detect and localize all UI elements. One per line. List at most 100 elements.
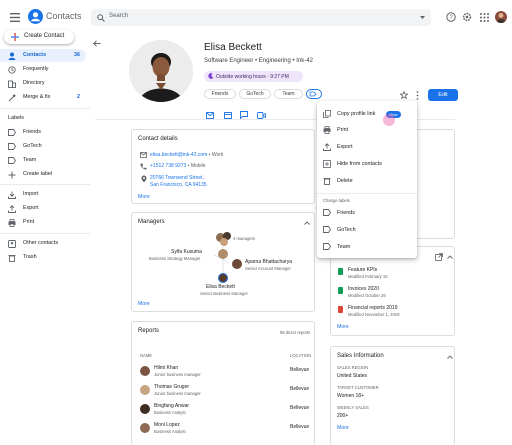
- label-chip-team[interactable]: Team: [274, 89, 303, 99]
- sidebar-item-team[interactable]: Team: [0, 154, 86, 167]
- sidebar-item-contacts[interactable]: Contacts 36: [0, 49, 86, 62]
- manager-name[interactable]: Elisa Beckett: [206, 284, 235, 290]
- settings-gear-icon[interactable]: [462, 12, 472, 22]
- sidebar-item-merge-fix[interactable]: Merge & fix 2: [0, 91, 86, 104]
- manager-avatar[interactable]: [218, 249, 228, 259]
- edit-button[interactable]: Edit: [428, 89, 458, 101]
- open-in-new-icon[interactable]: [435, 253, 443, 261]
- sidebar-item-frequently[interactable]: Frequently: [0, 63, 86, 76]
- phone-link[interactable]: +1512 738 9273: [150, 163, 186, 169]
- card-title: Contact details: [138, 136, 178, 142]
- menu-label-team[interactable]: Team: [317, 240, 417, 254]
- manage-labels-icon[interactable]: [306, 89, 322, 99]
- sidebar-item-print[interactable]: Print: [0, 216, 86, 229]
- sidebar-item-label: Export: [23, 205, 39, 211]
- search-input[interactable]: Search: [109, 13, 128, 19]
- domain-icon: [8, 80, 16, 88]
- menu-item-copy-profile-link[interactable]: Copy profile link New: [317, 107, 417, 126]
- account-avatar[interactable]: [495, 11, 507, 23]
- sidebar-item-trash[interactable]: Trash: [0, 251, 86, 264]
- file-name: Feature KPIs: [348, 267, 378, 273]
- reports-card: Reports 98 direct reports NAME LOCATION …: [131, 321, 315, 445]
- report-role: Junior business manager: [154, 391, 201, 396]
- managers-more-link[interactable]: More: [138, 301, 150, 307]
- search-options-icon[interactable]: [420, 16, 425, 20]
- search-icon[interactable]: [97, 14, 105, 22]
- report-location: Bellevue: [290, 367, 310, 373]
- trash-icon: [8, 254, 16, 262]
- other-contacts-icon: [8, 240, 16, 248]
- labels-header-text: Labels: [8, 115, 24, 121]
- table-row[interactable]: Hilmi Khan Junior business manager Belle…: [132, 362, 314, 380]
- file-item[interactable]: Financial reports 2019 Modified November…: [331, 303, 455, 319]
- help-icon[interactable]: ?: [446, 12, 456, 22]
- email-action-icon[interactable]: [206, 112, 214, 119]
- menu-item-delete[interactable]: Delete: [317, 174, 417, 188]
- export-icon: [323, 143, 331, 151]
- file-name: Financial reports 2019: [348, 305, 398, 311]
- sidebar-item-export[interactable]: Export: [0, 202, 86, 215]
- file-item[interactable]: Feature KPIs Modified February 15: [331, 265, 455, 281]
- manager-name[interactable]: Aparna Bhattacharya: [245, 259, 292, 265]
- email-link[interactable]: elisa.beckett@ink-42.com: [150, 152, 207, 158]
- file-item[interactable]: Invoices 2020 Modified October 26: [331, 284, 455, 300]
- sidebar-item-create-label[interactable]: Create label: [0, 168, 86, 181]
- sidebar-item-friends[interactable]: Friends: [0, 126, 86, 139]
- address-line-1[interactable]: 20766 Townsend Street,: [150, 175, 204, 181]
- sidebar-item-label: Import: [23, 191, 39, 197]
- menu-item-hide-from-contacts[interactable]: Hide from contacts: [317, 157, 417, 171]
- collapse-chevron-icon[interactable]: [447, 355, 453, 359]
- card-title: Reports: [138, 328, 160, 334]
- main-menu-icon[interactable]: [10, 13, 20, 22]
- location-pin-icon: [141, 175, 147, 183]
- menu-label-friends[interactable]: Friends: [317, 206, 417, 220]
- field-value: Women 18+: [337, 393, 365, 399]
- apps-grid-icon[interactable]: [480, 13, 489, 22]
- sidebar-item-gotech[interactable]: GoTech: [0, 140, 86, 153]
- manager-name[interactable]: Sylfa Kusuma: [171, 249, 202, 255]
- report-location: Bellevue: [290, 405, 310, 411]
- menu-item-print[interactable]: Print: [317, 123, 417, 137]
- star-icon[interactable]: [400, 91, 408, 99]
- manager-role: Senior Account Manager: [245, 266, 291, 271]
- copy-icon: [323, 110, 331, 118]
- more-vert-icon[interactable]: [416, 91, 419, 100]
- collapse-chevron-icon[interactable]: [447, 255, 453, 259]
- chat-action-icon[interactable]: [240, 111, 248, 119]
- sales-more-link[interactable]: More: [337, 425, 349, 431]
- sidebar-item-other-contacts[interactable]: Other contacts: [0, 237, 86, 250]
- manager-role: Senior Business Manager: [200, 291, 248, 296]
- collapse-chevron-icon[interactable]: [304, 221, 310, 225]
- export-icon: [8, 205, 16, 213]
- files-more-link[interactable]: More: [337, 324, 349, 330]
- docs-icon: [338, 287, 343, 294]
- create-contact-button[interactable]: Create Contact: [4, 30, 74, 44]
- search-bar[interactable]: Search: [91, 9, 431, 26]
- menu-label-gotech[interactable]: GoTech: [317, 223, 417, 237]
- label-chip-friends[interactable]: Friends: [204, 89, 236, 99]
- manager-avatar[interactable]: [232, 259, 242, 269]
- sidebar-item-import[interactable]: Import: [0, 188, 86, 201]
- labels-header[interactable]: Labels: [0, 112, 86, 125]
- label-chip-gotech[interactable]: GoTech: [239, 89, 271, 99]
- file-modified: Modified October 26: [348, 293, 386, 298]
- card-title: Managers: [138, 219, 165, 225]
- moon-icon: [208, 73, 214, 79]
- menu-item-label: GoTech: [337, 227, 356, 233]
- table-row[interactable]: Thomas Gruger Junior business manager Be…: [132, 381, 314, 399]
- plus-icon: [11, 33, 19, 41]
- contact-avatar-small[interactable]: [218, 273, 228, 283]
- label-icon: [323, 209, 331, 216]
- contact-details-more-link[interactable]: More: [138, 194, 150, 200]
- calendar-action-icon[interactable]: [224, 111, 232, 119]
- menu-item-label: Copy profile link: [337, 111, 376, 117]
- menu-item-export[interactable]: Export: [317, 140, 417, 154]
- back-arrow-icon[interactable]: [93, 40, 101, 47]
- report-role: Business Analyst: [154, 410, 186, 415]
- video-action-icon[interactable]: [257, 112, 266, 119]
- sheets-icon: [338, 268, 343, 275]
- table-row[interactable]: Moni Lopez Business Analyst Bellevue: [132, 419, 314, 437]
- address-line-2[interactable]: San Francisco, CA 94135: [150, 182, 207, 188]
- sidebar-item-directory[interactable]: Directory: [0, 77, 86, 90]
- table-row[interactable]: Bingfang Anwar Business Analyst Bellevue: [132, 400, 314, 418]
